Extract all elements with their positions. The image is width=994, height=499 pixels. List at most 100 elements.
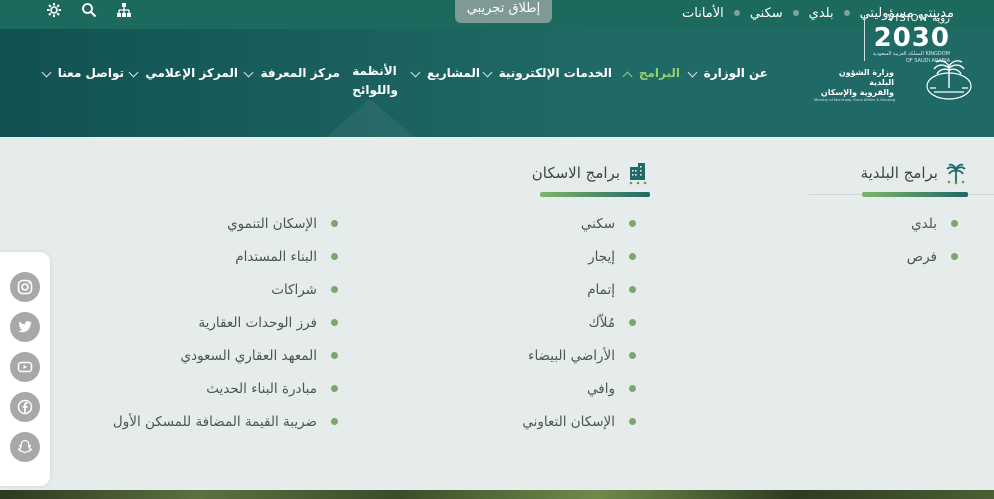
- program-link[interactable]: المعهد العقاري السعودي: [181, 348, 317, 364]
- list-item[interactable]: وافي: [522, 372, 636, 405]
- list-item[interactable]: سكني: [522, 207, 636, 240]
- bullet-dot: [331, 253, 338, 260]
- municipal-programs-heading: برامج البلدية: [861, 161, 968, 185]
- program-link[interactable]: إتمام: [587, 282, 615, 298]
- list-item[interactable]: فرص: [907, 240, 958, 273]
- instagram-icon[interactable]: [10, 272, 40, 302]
- top-link-amanat[interactable]: الأمانات: [682, 6, 724, 21]
- program-link[interactable]: مُلاّك: [589, 315, 615, 331]
- program-link[interactable]: الإسكان التعاوني: [522, 414, 615, 430]
- chevron-down-icon: [687, 67, 698, 78]
- housing-programs-title: برامج الاسكان: [531, 164, 620, 182]
- beta-launch-button[interactable]: إطلاق تجريبي: [455, 0, 552, 23]
- nav-knowledge-center[interactable]: مركز المعرفة: [243, 66, 340, 80]
- bullet-dot: [629, 352, 636, 359]
- municipal-programs-title: برامج البلدية: [860, 164, 938, 182]
- program-link[interactable]: فرز الوحدات العقارية: [198, 315, 317, 331]
- nav-programs[interactable]: البرامج: [622, 66, 680, 82]
- settings-icon[interactable]: [46, 2, 64, 20]
- page-background-strip: [0, 490, 994, 499]
- bullet-dot: [951, 220, 958, 227]
- nav-projects[interactable]: المشاريع: [410, 66, 480, 80]
- chevron-down-icon: [41, 67, 52, 78]
- chevron-down-icon: [482, 67, 493, 78]
- twitter-icon[interactable]: [10, 312, 40, 342]
- facebook-icon[interactable]: [10, 392, 40, 422]
- bullet-dot: [331, 286, 338, 293]
- buildings-icon: [629, 163, 647, 185]
- list-item[interactable]: الإسكان التعاوني: [522, 405, 636, 438]
- social-sidebar: [0, 252, 50, 486]
- separator-dot: [792, 10, 799, 16]
- snapchat-icon[interactable]: [10, 432, 40, 462]
- bullet-dot: [331, 352, 338, 359]
- top-icons: [46, 2, 151, 20]
- list-item[interactable]: ضريبة القيمة المضافة للمسكن الأول: [113, 405, 338, 438]
- housing-programs-list-2: الإسكان التنموي البناء المستدام شراكات ف…: [113, 207, 338, 438]
- list-item[interactable]: المعهد العقاري السعودي: [113, 339, 338, 372]
- program-link[interactable]: بلدي: [911, 216, 937, 232]
- list-item[interactable]: الإسكان التنموي: [113, 207, 338, 240]
- chevron-down-icon: [243, 67, 254, 78]
- bullet-dot: [629, 253, 636, 260]
- program-link[interactable]: فرص: [907, 249, 937, 265]
- list-item[interactable]: بلدي: [907, 207, 958, 240]
- list-item[interactable]: شراكات: [113, 273, 338, 306]
- main-nav: عن الوزارة البرامج الخدمات الإلكترونية ا…: [0, 29, 994, 137]
- top-link-balady[interactable]: بلدي: [809, 6, 834, 21]
- nav-label: مركز المعرفة: [260, 66, 340, 80]
- program-link[interactable]: الإسكان التنموي: [227, 216, 317, 232]
- bullet-dot: [331, 220, 338, 227]
- list-item[interactable]: إيجار: [522, 240, 636, 273]
- sitemap-icon[interactable]: [116, 2, 134, 20]
- nav-label: المركز الإعلامي: [145, 66, 238, 80]
- program-link[interactable]: ضريبة القيمة المضافة للمسكن الأول: [113, 414, 317, 430]
- bullet-dot: [629, 220, 636, 227]
- nav-media-center[interactable]: المركز الإعلامي: [128, 66, 238, 80]
- top-link-sakani[interactable]: سكني: [750, 6, 783, 21]
- search-icon[interactable]: [81, 2, 99, 20]
- chevron-up-icon: [622, 71, 633, 82]
- chevron-down-icon: [410, 67, 421, 78]
- nav-label: المشاريع: [427, 66, 480, 80]
- program-link[interactable]: الأراضي البيضاء: [528, 348, 615, 364]
- bullet-dot: [629, 286, 636, 293]
- list-item[interactable]: البناء المستدام: [113, 240, 338, 273]
- bullet-dot: [331, 418, 338, 425]
- nav-label: تواصل معنا: [57, 66, 124, 80]
- list-item[interactable]: مبادرة البناء الحديث: [113, 372, 338, 405]
- housing-programs-list-1: سكني إيجار إتمام مُلاّك الأراضي البيضاء …: [522, 207, 636, 438]
- program-link[interactable]: إيجار: [588, 249, 615, 265]
- nav-label: البرامج: [638, 66, 680, 80]
- program-link[interactable]: سكني: [581, 216, 615, 232]
- bullet-dot: [331, 385, 338, 392]
- program-link[interactable]: البناء المستدام: [235, 249, 317, 265]
- list-item[interactable]: فرز الوحدات العقارية: [113, 306, 338, 339]
- chevron-down-icon: [128, 67, 139, 78]
- municipal-programs-list: بلدي فرص: [907, 207, 958, 273]
- nav-label-line-1: الأنظمة: [352, 64, 397, 78]
- bullet-dot: [951, 253, 958, 260]
- nav-label: الخدمات الإلكترونية: [498, 66, 612, 80]
- list-item[interactable]: مُلاّك: [522, 306, 636, 339]
- nav-about-ministry[interactable]: عن الوزارة: [687, 66, 768, 80]
- nav-e-services[interactable]: الخدمات الإلكترونية: [482, 66, 612, 80]
- heading-underline: [862, 192, 968, 197]
- program-link[interactable]: شراكات: [271, 282, 317, 298]
- palm-tree-icon: [946, 163, 966, 185]
- list-item[interactable]: الأراضي البيضاء: [522, 339, 636, 372]
- bullet-dot: [629, 319, 636, 326]
- heading-underline: [540, 192, 650, 197]
- nav-regulations[interactable]: الأنظمة واللوائح: [352, 62, 398, 100]
- nav-label: عن الوزارة: [703, 66, 768, 80]
- bullet-dot: [331, 319, 338, 326]
- nav-label-line-2: واللوائح: [352, 83, 398, 97]
- program-link[interactable]: مبادرة البناء الحديث: [206, 381, 317, 397]
- bullet-dot: [629, 385, 636, 392]
- housing-programs-heading: برامج الاسكان: [532, 161, 650, 185]
- youtube-icon[interactable]: [10, 352, 40, 382]
- list-item[interactable]: إتمام: [522, 273, 636, 306]
- nav-contact-us[interactable]: تواصل معنا: [41, 66, 124, 80]
- program-link[interactable]: وافي: [587, 381, 615, 397]
- programs-mega-menu: برامج البلدية بلدي فرص برامج الاسكان سكن…: [0, 137, 994, 490]
